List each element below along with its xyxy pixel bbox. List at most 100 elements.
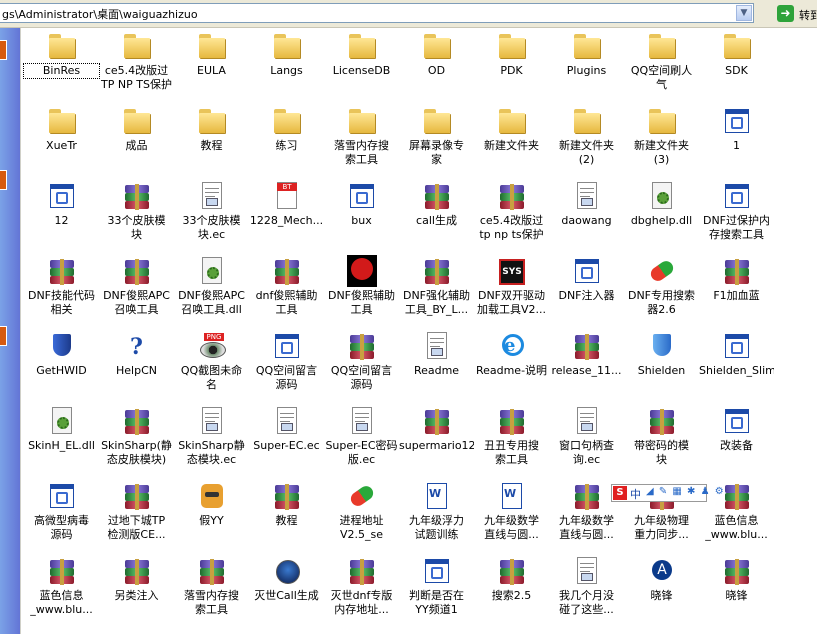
file-item[interactable]: GetHWID (24, 328, 99, 403)
file-item[interactable]: e Readme-说明 (474, 328, 549, 403)
ime-language-toggle[interactable]: 中 (630, 486, 641, 502)
file-item[interactable]: daowang (549, 178, 624, 253)
file-item[interactable]: 12 (24, 178, 99, 253)
file-item[interactable]: SkinH_EL.dll (24, 403, 99, 478)
file-item[interactable]: dnf俊熙辅助 工具 (249, 253, 324, 328)
file-item[interactable]: 教程 (249, 478, 324, 553)
file-item[interactable]: 带密码的模 块 (624, 403, 699, 478)
file-item[interactable]: Shielden_Slim (699, 328, 774, 403)
file-item[interactable]: 灭世Call生成 (249, 553, 324, 628)
file-item[interactable]: ce5.4改版过 tp np ts保护 (474, 178, 549, 253)
task-pane-toggle-icon[interactable] (0, 326, 7, 346)
file-item[interactable]: 蓝色信息 _www.blu... (24, 553, 99, 628)
file-item[interactable]: SYS DNF双开驱动 加载工具V2... (474, 253, 549, 328)
file-item[interactable]: 33个皮肤模 块 (99, 178, 174, 253)
file-item[interactable]: BinRes (23, 28, 100, 103)
file-item[interactable]: 落雪内存搜 索工具 (324, 103, 399, 178)
file-item[interactable]: DNF强化辅助 工具_BY_L... (399, 253, 474, 328)
task-pane-toggle-icon[interactable] (0, 170, 7, 190)
file-item-label: 蓝色信息 _www.blu... (705, 514, 768, 541)
file-item-label: Shielden (637, 364, 686, 377)
file-item[interactable]: DNF注入器 (549, 253, 624, 328)
file-item-label: GetHWID (36, 364, 87, 377)
address-input[interactable]: gs\Administrator\桌面\waiguazhizuo ▼ (0, 3, 754, 23)
file-item[interactable]: QQ空间留言 源码 (249, 328, 324, 403)
file-item[interactable]: ? HelpCN (99, 328, 174, 403)
file-item[interactable]: 教程 (174, 103, 249, 178)
file-item[interactable]: DNF俊熙APC 召唤工具 (99, 253, 174, 328)
file-item[interactable]: SDK (699, 28, 774, 103)
ime-toolbar[interactable]: S 中 ◢ ✎ ▦ ✱ ♟ ⚙ (611, 484, 724, 502)
file-item-label: 蓝色信息 _www.blu... (30, 589, 93, 616)
file-item[interactable]: 进程地址 V2.5_se (324, 478, 399, 553)
pane-divider (20, 28, 21, 634)
file-item-label: 晓锋 (725, 589, 748, 602)
file-item[interactable]: dbghelp.dll (624, 178, 699, 253)
file-item[interactable]: SkinSharp静 态模块.ec (174, 403, 249, 478)
file-item[interactable]: supermario12 (399, 403, 474, 478)
file-item[interactable]: Super-EC.ec (249, 403, 324, 478)
file-item[interactable]: 判断是否在 YY频道1 (399, 553, 474, 628)
go-button[interactable]: 转到 (799, 7, 817, 23)
file-item[interactable]: PDK (474, 28, 549, 103)
file-item[interactable]: A 晓锋 (624, 553, 699, 628)
file-item[interactable]: 改装备 (699, 403, 774, 478)
file-item[interactable]: QQ空间留言 源码 (324, 328, 399, 403)
file-item[interactable]: 丑丑专用搜 索工具 (474, 403, 549, 478)
ime-tool-icons[interactable]: ◢ ✎ ▦ ✱ ♟ ⚙ (646, 486, 725, 497)
file-item[interactable]: 落雪内存搜 索工具 (174, 553, 249, 628)
chevron-down-icon[interactable]: ▼ (736, 5, 752, 21)
file-item[interactable]: 搜索2.5 (474, 553, 549, 628)
file-item[interactable]: 假YY (174, 478, 249, 553)
go-arrow-icon[interactable]: ➜ (777, 5, 794, 22)
sogou-icon[interactable]: S (613, 486, 627, 500)
file-item[interactable]: LicenseDB (324, 28, 399, 103)
file-item[interactable]: 过地下城TP 检测版CE... (99, 478, 174, 553)
file-item[interactable]: SkinSharp(静 态皮肤模块) (99, 403, 174, 478)
file-item[interactable]: XueTr (24, 103, 99, 178)
rar-archive-icon (571, 480, 603, 512)
file-item[interactable]: DNF俊熙APC 召唤工具.dll (174, 253, 249, 328)
file-item[interactable]: 另类注入 (99, 553, 174, 628)
file-item[interactable]: DNF过保护内 存搜索工具 (699, 178, 774, 253)
file-item[interactable]: DNF俊熙辅助 工具 (324, 253, 399, 328)
file-item[interactable]: release_11... (549, 328, 624, 403)
file-item[interactable]: Plugins (549, 28, 624, 103)
task-pane-toggle-icon[interactable] (0, 40, 7, 60)
document-icon (571, 180, 603, 212)
file-item-label: 1228_Mech... (249, 214, 324, 227)
file-item[interactable]: DNF专用搜索 器2.6 (624, 253, 699, 328)
file-item[interactable]: F1加血蓝 (699, 253, 774, 328)
file-item[interactable]: 新建文件夹 (474, 103, 549, 178)
file-item[interactable]: BT 1228_Mech... (249, 178, 324, 253)
file-item[interactable]: 我几个月没 碰了这些... (549, 553, 624, 628)
file-item[interactable]: Super-EC密码 版.ec (324, 403, 399, 478)
file-item-label: LicenseDB (332, 64, 391, 77)
file-item[interactable]: 晓锋 (699, 553, 774, 628)
file-item[interactable]: call生成 (399, 178, 474, 253)
file-item[interactable]: OD (399, 28, 474, 103)
file-item[interactable]: 高微型病毒 源码 (24, 478, 99, 553)
folder-icon (346, 105, 378, 137)
file-item[interactable]: Shielden (624, 328, 699, 403)
rar-archive-icon (421, 180, 453, 212)
file-item[interactable]: EULA (174, 28, 249, 103)
file-item[interactable]: bux (324, 178, 399, 253)
file-item[interactable]: 灭世dnf专版 内存地址... (324, 553, 399, 628)
file-item[interactable]: W 九年级浮力 试题训练 (399, 478, 474, 553)
file-item[interactable]: 新建文件夹 (2) (549, 103, 624, 178)
file-item[interactable]: 33个皮肤模 块.ec (174, 178, 249, 253)
file-item[interactable]: ce5.4改版过 TP NP TS保护 (99, 28, 174, 103)
file-item[interactable]: Langs (249, 28, 324, 103)
file-item[interactable]: 屏幕录像专 家 (399, 103, 474, 178)
file-item[interactable]: 成品 (99, 103, 174, 178)
file-item[interactable]: PNG QQ截图未命 名 (174, 328, 249, 403)
file-item[interactable]: 1 (699, 103, 774, 178)
file-item[interactable]: DNF技能代码 相关 (24, 253, 99, 328)
file-item[interactable]: QQ空间刷人 气 (624, 28, 699, 103)
file-item[interactable]: W 九年级数学 直线与圆... (474, 478, 549, 553)
file-item[interactable]: 练习 (249, 103, 324, 178)
file-item[interactable]: 新建文件夹 (3) (624, 103, 699, 178)
file-item[interactable]: Readme (399, 328, 474, 403)
file-item[interactable]: 窗口句柄查 询.ec (549, 403, 624, 478)
